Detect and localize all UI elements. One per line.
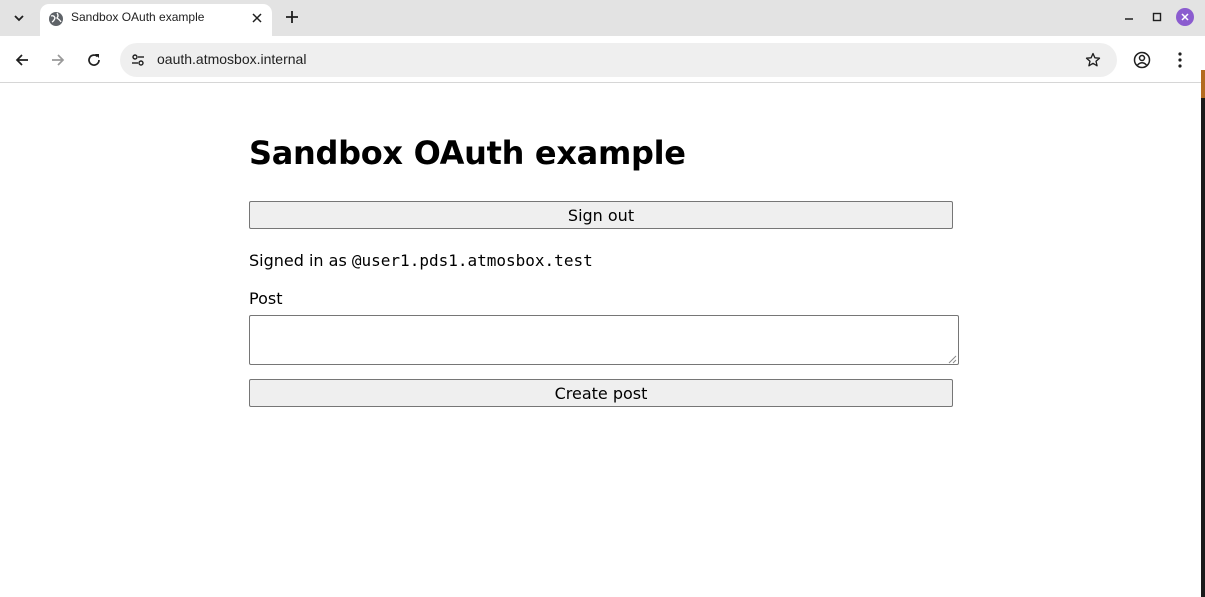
browser-menu-button[interactable] [1168, 48, 1192, 72]
tune-icon [132, 54, 144, 66]
signed-in-status: Signed in as @user1.pds1.atmosbox.test [249, 251, 593, 270]
more-vert-icon [1178, 52, 1182, 68]
minimize-button[interactable] [1118, 6, 1140, 28]
star-icon [1085, 52, 1101, 67]
back-button[interactable] [8, 46, 36, 74]
window-close-button[interactable] [1174, 6, 1196, 28]
bookmark-button[interactable] [1081, 48, 1105, 72]
signed-in-prefix: Signed in as [249, 251, 352, 270]
window-close-circle [1176, 8, 1194, 26]
tab-active[interactable]: Sandbox OAuth example [40, 4, 272, 36]
minimize-icon [1125, 18, 1133, 20]
arrow-right-icon [52, 54, 65, 66]
create-post-button[interactable]: Create post [249, 379, 953, 407]
tab-search-button[interactable] [6, 5, 32, 31]
reload-button[interactable] [80, 46, 108, 74]
maximize-icon [1152, 12, 1162, 22]
forward-button[interactable] [44, 46, 72, 74]
reload-icon [88, 54, 100, 66]
maximize-button[interactable] [1146, 6, 1168, 28]
address-bar[interactable]: oauth.atmosbox.internal [120, 43, 1117, 77]
window-edge-accent [1201, 70, 1205, 98]
post-textarea[interactable] [249, 315, 959, 365]
user-handle: @user1.pds1.atmosbox.test [351, 251, 593, 270]
page-title: Sandbox OAuth example [249, 134, 686, 172]
tab-strip: Sandbox OAuth example [0, 0, 1205, 36]
url-text: oauth.atmosbox.internal [157, 51, 307, 67]
globe-icon [49, 12, 63, 26]
new-tab-button[interactable] [280, 5, 304, 29]
resize-grip-icon[interactable] [947, 354, 957, 364]
profile-button[interactable] [1130, 48, 1154, 72]
account-icon [1133, 51, 1151, 69]
chevron-down-icon [14, 15, 24, 22]
site-info-button[interactable] [126, 48, 150, 72]
browser-toolbar: oauth.atmosbox.internal [0, 36, 1205, 83]
tab-close-button[interactable] [248, 9, 266, 27]
sign-out-button[interactable]: Sign out [249, 201, 953, 229]
close-icon [252, 13, 262, 23]
window-edge [1201, 83, 1205, 597]
post-label: Post [249, 289, 283, 308]
tab-title: Sandbox OAuth example [71, 10, 205, 24]
arrow-left-icon [15, 54, 28, 66]
plus-icon [286, 11, 298, 23]
close-icon [1181, 13, 1189, 21]
